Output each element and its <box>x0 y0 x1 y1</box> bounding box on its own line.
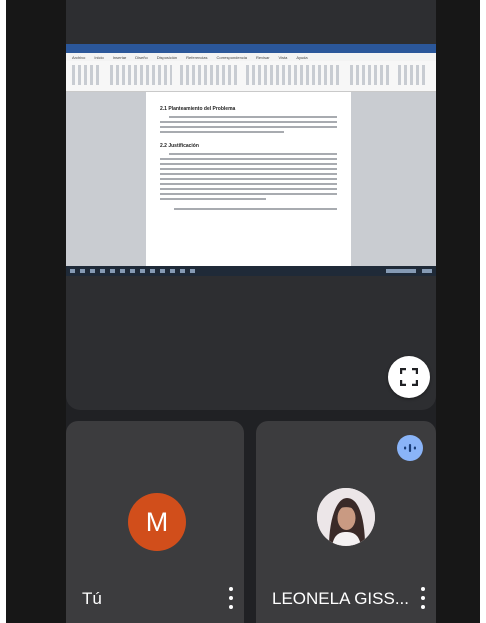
document-page: 2.1 Planteamiento del Problema 2.2 Justi… <box>146 92 351 266</box>
word-ribbon <box>66 61 436 92</box>
participant-name: Tú <box>82 589 102 608</box>
ribbon-tab: Inicio <box>94 54 104 60</box>
ribbon-tab: Disposición <box>156 54 178 60</box>
audio-level-icon <box>404 444 416 452</box>
participant-menu-button[interactable] <box>416 587 430 609</box>
audio-level-indicator <box>397 435 423 461</box>
left-border <box>6 0 66 623</box>
ribbon-tab: Vista <box>278 54 288 60</box>
participant-tile-remote[interactable]: LEONELA GISS... <box>256 421 436 623</box>
more-vert-icon <box>421 587 425 609</box>
word-document-area: 2.1 Planteamiento del Problema 2.2 Justi… <box>66 92 436 266</box>
participant-name: LEONELA GISS... <box>272 589 410 608</box>
avatar: M <box>128 493 186 551</box>
avatar <box>317 488 375 546</box>
ribbon-tab: Insertar <box>112 54 127 60</box>
word-title-bar <box>66 44 436 53</box>
doc-heading: 2.2 Justificación <box>160 143 199 149</box>
profile-photo <box>317 488 375 546</box>
right-border <box>436 0 480 623</box>
more-vert-icon <box>229 587 233 609</box>
ribbon-tab: Revisar <box>255 54 270 60</box>
ribbon-tab: Diseño <box>135 54 148 60</box>
windows-taskbar <box>66 266 436 276</box>
ribbon-tab: Archivo <box>72 54 86 60</box>
shared-word-window: Archivo Inicio Insertar Diseño Disposici… <box>66 44 436 276</box>
fullscreen-button[interactable] <box>388 356 430 398</box>
ribbon-tab: Referencias <box>186 54 208 60</box>
meet-app: Archivo Inicio Insertar Diseño Disposici… <box>6 0 480 623</box>
participant-menu-button[interactable] <box>224 587 238 609</box>
ribbon-tab: Ayuda <box>296 54 308 60</box>
word-ribbon-tabs: Archivo Inicio Insertar Diseño Disposici… <box>66 53 436 61</box>
shared-screen-tile[interactable]: Archivo Inicio Insertar Diseño Disposici… <box>66 0 436 410</box>
participant-tile-self[interactable]: M Tú <box>66 421 244 623</box>
fullscreen-icon <box>400 368 418 386</box>
ribbon-tab: Correspondencia <box>216 54 247 60</box>
doc-heading: 2.1 Planteamiento del Problema <box>160 106 236 112</box>
